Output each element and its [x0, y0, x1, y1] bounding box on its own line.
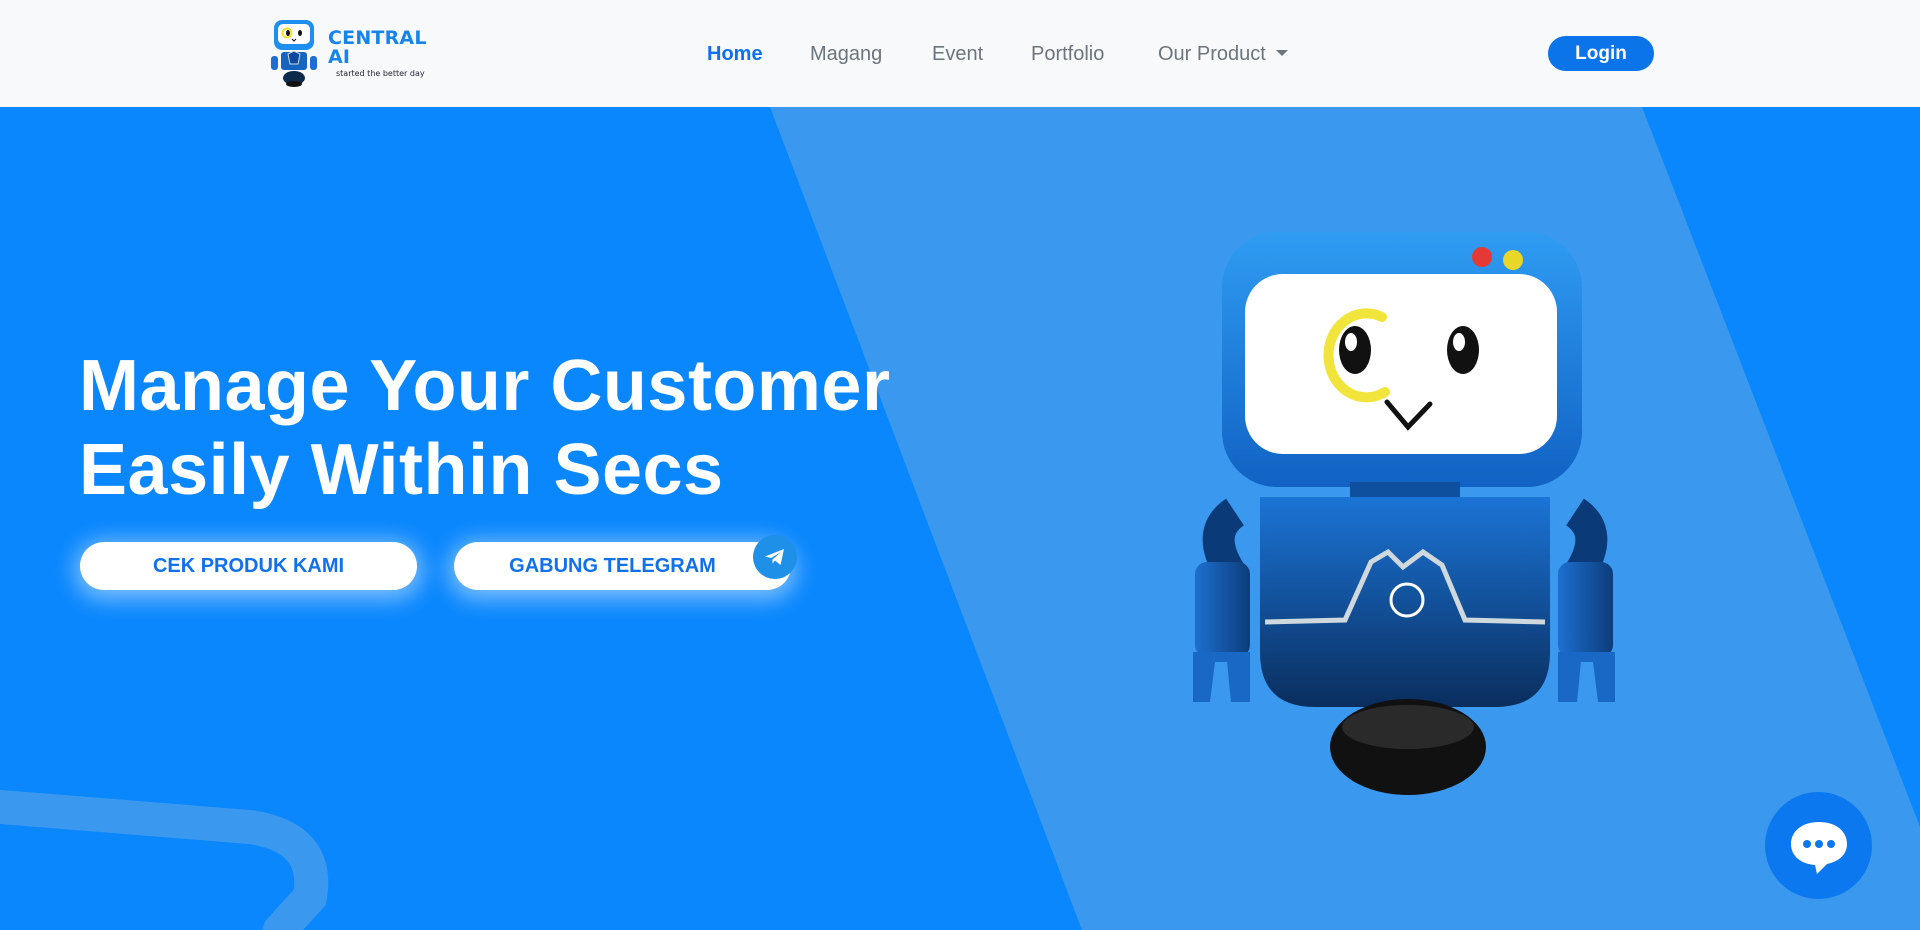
nav-item-home[interactable]: Home — [707, 40, 763, 68]
brand-logo[interactable]: CENTRAL AI started the better day — [268, 18, 448, 88]
chat-widget-button[interactable] — [1765, 792, 1872, 899]
nav-item-portfolio[interactable]: Portfolio — [1031, 40, 1104, 68]
robot-mascot-image — [1193, 232, 1615, 795]
login-button[interactable]: Login — [1548, 36, 1654, 71]
nav-item-our-product-label: Our Product — [1158, 43, 1266, 65]
telegram-icon[interactable] — [753, 535, 797, 579]
cek-produk-button[interactable]: CEK PRODUK KAMI — [80, 542, 417, 590]
navbar: CENTRAL AI started the better day Home M… — [0, 0, 1920, 107]
chevron-down-icon — [1275, 50, 1288, 56]
hero-headline: Manage Your Customer Easily Within Secs — [79, 344, 891, 512]
brand-name: CENTRAL AI — [328, 26, 427, 68]
gabung-telegram-button[interactable]: GABUNG TELEGRAM — [454, 542, 791, 590]
hero-headline-line2: Easily Within Secs — [79, 430, 724, 510]
nav-item-magang[interactable]: Magang — [810, 40, 882, 68]
chat-bubble-icon — [1790, 821, 1847, 874]
hero-section: Manage Your Customer Easily Within Secs … — [0, 107, 1920, 930]
nav-item-our-product[interactable]: Our Product — [1158, 40, 1288, 68]
robot-mascot-icon — [271, 20, 317, 87]
nav-item-event[interactable]: Event — [932, 40, 983, 68]
hero-headline-line1: Manage Your Customer — [79, 346, 891, 426]
brand-tagline: started the better day — [336, 68, 425, 78]
